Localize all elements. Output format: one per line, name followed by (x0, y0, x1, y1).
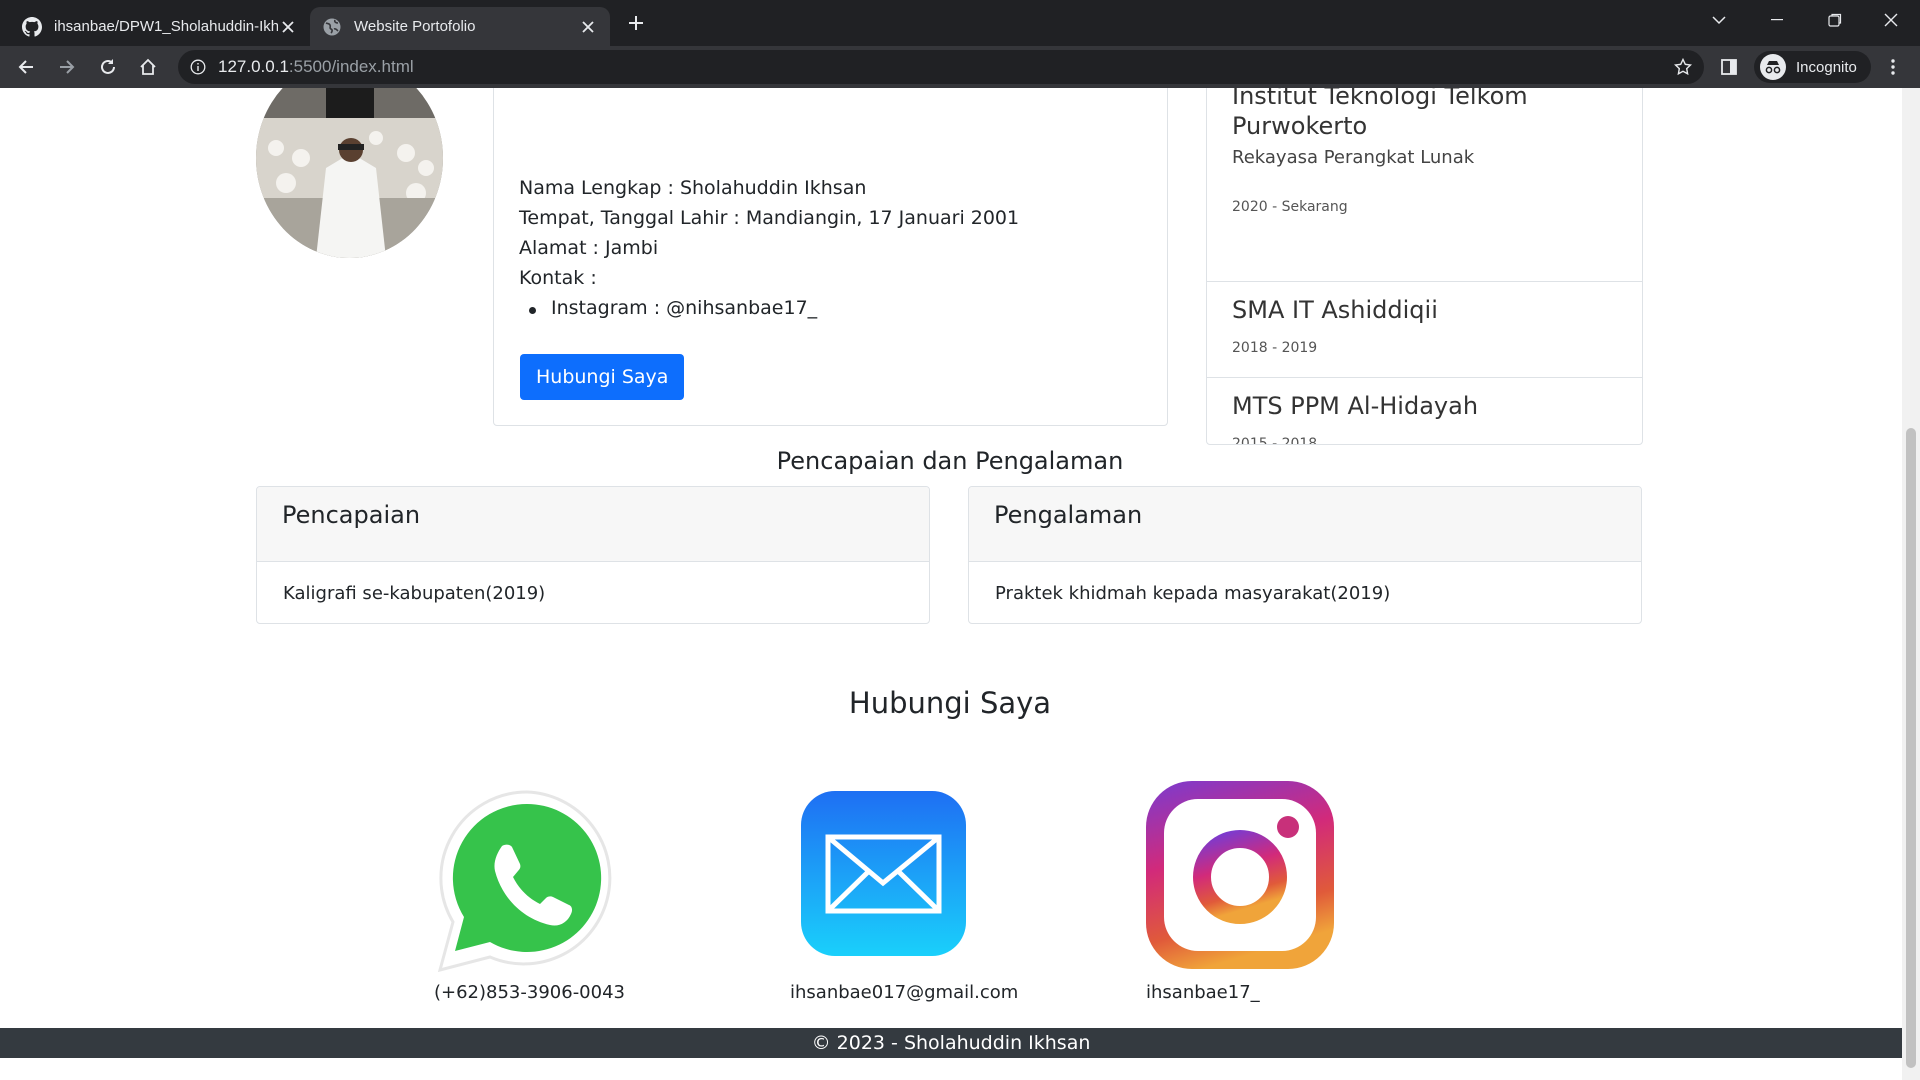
copyright-text: © 2023 - Sholahuddin Ikhsan (811, 1032, 1091, 1054)
page-viewport: Nama Lengkap : Sholahuddin Ikhsan Tempat… (0, 88, 1920, 1080)
major-text: Rekayasa Perangkat Lunak (1232, 147, 1475, 168)
education-item: Institut Teknologi Telkom Purwokerto Rek… (1207, 88, 1642, 281)
vertical-scrollbar[interactable] (1902, 88, 1920, 1080)
profile-photo (256, 88, 443, 258)
instagram-icon[interactable] (1146, 781, 1334, 969)
browser-tab-strip: ihsanbae/DPW1_Sholahuddin-Ikhsan Website… (0, 0, 1920, 46)
plus-icon (629, 16, 643, 30)
school-name: MTS PPM Al-Hidayah (1232, 392, 1479, 420)
side-panel-icon (1721, 59, 1737, 75)
new-tab-button[interactable] (622, 9, 650, 37)
address-text: Alamat : Jambi (519, 237, 659, 259)
arrow-left-icon (18, 60, 33, 74)
experience-item: Praktek khidmah kepada masyarakat(2019) (995, 583, 1391, 604)
chevron-down-icon (1712, 16, 1726, 25)
education-item: SMA IT Ashiddiqii 2018 - 2019 (1207, 281, 1642, 377)
home-button[interactable] (132, 51, 164, 83)
globe-icon (323, 18, 341, 35)
achievements-card: Pencapaian Kaligrafi se-kabupaten(2019) (256, 486, 930, 624)
menu-button[interactable] (1877, 51, 1909, 83)
scrollbar-thumb[interactable] (1906, 428, 1916, 1068)
card-header: Pengalaman (969, 487, 1641, 562)
browser-toolbar: 127.0.0.1:5500/index.html Incognito (0, 46, 1920, 88)
years-text: 2018 - 2019 (1232, 340, 1318, 356)
close-icon[interactable] (578, 17, 598, 37)
url-text: 127.0.0.1:5500/index.html (218, 57, 414, 76)
incognito-icon (1760, 54, 1786, 80)
info-icon[interactable] (190, 59, 206, 75)
years-text: 2020 - Sekarang (1232, 199, 1348, 215)
full-name-text: Nama Lengkap : Sholahuddin Ikhsan (519, 177, 867, 199)
back-button[interactable] (10, 51, 42, 83)
whatsapp-number: (+62)853-3906-0043 (434, 982, 625, 1003)
tab-search-button[interactable] (1690, 0, 1748, 40)
page-footer: © 2023 - Sholahuddin Ikhsan (0, 1028, 1902, 1058)
github-icon (22, 16, 42, 37)
close-window-button[interactable] (1862, 0, 1920, 40)
card-header: Pencapaian (257, 487, 929, 562)
education-item: MTS PPM Al-Hidayah 2015 - 2018 (1207, 377, 1642, 445)
instagram-contact-item: Instagram : @nihsanbae17_ (528, 297, 818, 319)
reload-icon (101, 59, 115, 74)
tab-website-portofolio[interactable]: Website Portofolio (310, 7, 610, 46)
email-address: ihsanbae017@gmail.com (790, 982, 1019, 1003)
restore-icon (1828, 13, 1842, 27)
kebab-menu-icon (1891, 59, 1895, 75)
incognito-profile-button[interactable]: Incognito (1754, 51, 1871, 83)
achievements-section-title: Pencapaian dan Pengalaman (776, 447, 1124, 475)
school-name: Institut Teknologi Telkom (1232, 88, 1528, 110)
reload-button[interactable] (92, 51, 124, 83)
minimize-icon (1771, 19, 1783, 21)
bookmark-star-icon[interactable] (1674, 58, 1692, 76)
achievement-item: Kaligrafi se-kabupaten(2019) (283, 583, 546, 604)
birth-info-text: Tempat, Tanggal Lahir : Mandiangin, 17 J… (519, 207, 1020, 229)
contact-label: Kontak : (519, 267, 597, 289)
forward-button[interactable] (51, 51, 83, 83)
arrow-right-icon (60, 60, 75, 74)
close-icon[interactable] (278, 17, 298, 37)
page-bottom (0, 1058, 1902, 1080)
close-icon (1884, 13, 1898, 27)
restore-button[interactable] (1806, 0, 1864, 40)
education-card: Institut Teknologi Telkom Purwokerto Rek… (1206, 88, 1643, 445)
years-text: 2015 - 2018 (1232, 436, 1318, 445)
school-name-line2: Purwokerto (1232, 112, 1368, 140)
tab-title: Website Portofolio (354, 18, 476, 35)
side-panel-button[interactable] (1713, 51, 1745, 83)
tab-title: ihsanbae/DPW1_Sholahuddin-Ikhsan (54, 18, 278, 35)
contact-section-title: Hubungi Saya (848, 686, 1052, 720)
experience-card: Pengalaman Praktek khidmah kepada masyar… (968, 486, 1642, 624)
contact-me-button[interactable]: Hubungi Saya (520, 354, 685, 400)
whatsapp-icon[interactable] (432, 786, 622, 976)
address-bar[interactable]: 127.0.0.1:5500/index.html (178, 50, 1704, 84)
mail-icon[interactable] (801, 791, 966, 956)
profile-card: Nama Lengkap : Sholahuddin Ikhsan Tempat… (493, 88, 1168, 426)
profile-label: Incognito (1796, 58, 1857, 76)
instagram-handle: ihsanbae17_ (1146, 982, 1260, 1003)
home-icon (140, 58, 156, 75)
minimize-button[interactable] (1748, 0, 1806, 40)
tab-github-repo[interactable]: ihsanbae/DPW1_Sholahuddin-Ikhsan (10, 7, 310, 46)
school-name: SMA IT Ashiddiqii (1232, 296, 1438, 324)
